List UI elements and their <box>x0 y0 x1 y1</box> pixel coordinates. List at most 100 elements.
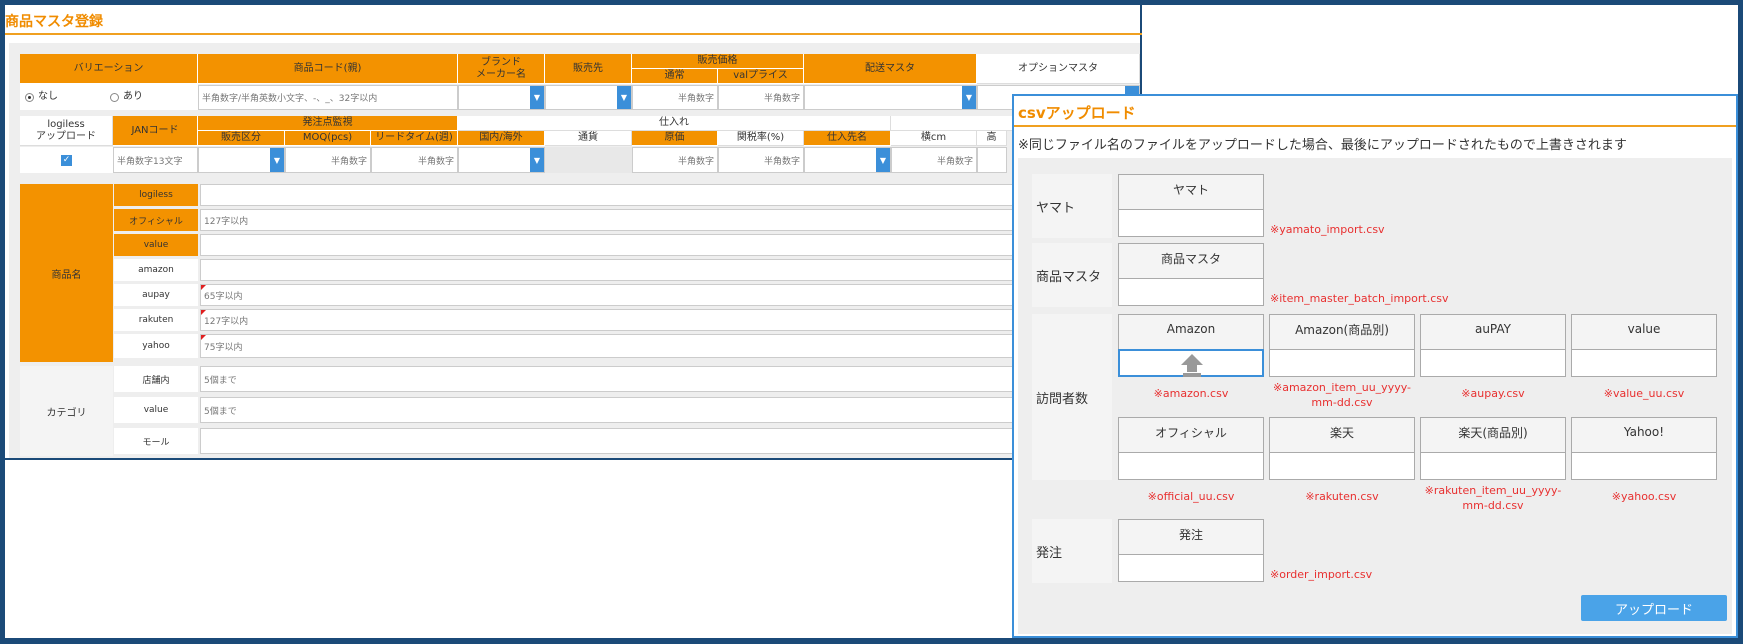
chevron-down-icon: ▼ <box>617 86 631 109</box>
file-drop-zone[interactable] <box>1118 278 1264 306</box>
jan-code-input[interactable]: 半角数字13文字 <box>113 147 198 173</box>
upload-box-title: auPAY <box>1420 314 1566 350</box>
dialog-title: csvアップロード <box>1018 104 1136 122</box>
seller-select[interactable]: ▼ <box>545 85 632 110</box>
upload-box-official: オフィシャル <box>1118 417 1264 481</box>
file-drop-zone[interactable] <box>1571 349 1717 377</box>
pn-label-amazon: amazon <box>114 259 198 281</box>
pn-placeholder-yahoo: 75字以内 <box>204 342 243 353</box>
upload-box-title: value <box>1571 314 1717 350</box>
file-drop-zone[interactable] <box>1118 349 1264 377</box>
domestic-select[interactable]: ▼ <box>458 147 545 173</box>
domestic-header: 国内/海外 <box>458 131 545 146</box>
order-monitor-header: 発注点監視 <box>198 116 458 131</box>
upload-button[interactable]: アップロード <box>1581 595 1727 621</box>
pn-input-aupay[interactable]: 65字以内 <box>200 284 1140 306</box>
dialog-body: ヤマト ヤマト ※yamato_import.csv 商品マスタ 商品マスタ ※… <box>1018 158 1732 634</box>
upload-box-title: ヤマト <box>1118 174 1264 210</box>
brand-select[interactable]: ▼ <box>458 85 545 110</box>
option-master-header: オプションマスタ <box>977 54 1140 84</box>
width-input[interactable]: 半角数字 <box>891 147 977 173</box>
file-hint-amazon-item: ※amazon_item_uu_yyyy-mm-dd.csv <box>1273 381 1411 409</box>
customs-input[interactable]: 半角数字 <box>718 147 804 173</box>
radio-none[interactable] <box>25 92 34 102</box>
pn-label-aupay: aupay <box>114 284 198 306</box>
logiless-upload-checkbox[interactable]: ✓ <box>61 154 72 166</box>
upload-box-amazon-item: Amazon(商品別) <box>1269 314 1415 378</box>
sales-class-header: 販売区分 <box>198 131 285 146</box>
category-label: カテゴリ <box>20 366 113 456</box>
cat-label-store: 店舗内 <box>114 366 198 392</box>
file-drop-zone[interactable] <box>1118 554 1264 582</box>
file-hint-rakuten: ※rakuten.csv <box>1305 490 1379 503</box>
pn-input-yahoo[interactable]: 75字以内 <box>200 334 1140 358</box>
lead-time-input[interactable]: 半角数字 <box>371 147 458 173</box>
upload-box-title: Amazon <box>1118 314 1264 350</box>
file-drop-zone[interactable] <box>1269 452 1415 480</box>
pn-label-value: value <box>114 234 198 256</box>
chevron-down-icon: ▼ <box>876 148 890 172</box>
file-hint-item-master: ※item_master_batch_import.csv <box>1270 292 1449 305</box>
required-marker <box>201 310 206 315</box>
radio-yes[interactable] <box>110 92 119 102</box>
chevron-down-icon: ▼ <box>270 148 284 172</box>
file-hint-amazon: ※amazon.csv <box>1153 387 1229 400</box>
valprice-input[interactable]: 半角数字 <box>718 85 804 110</box>
normal-price-input[interactable]: 半角数字 <box>632 85 718 110</box>
file-drop-zone[interactable] <box>1118 209 1264 237</box>
file-hint-official: ※official_uu.csv <box>1147 490 1235 503</box>
group-label-yamato: ヤマト <box>1032 174 1112 238</box>
file-drop-zone[interactable] <box>1269 349 1415 377</box>
product-code-input[interactable]: 半角数字/半角英数小文字、-、_、32字以内 <box>198 85 458 110</box>
file-hint-rakuten-item: ※rakuten_item_uu_yyyy-mm-dd.csv <box>1424 484 1562 512</box>
moq-header: MOQ(pcs) <box>285 131 371 146</box>
file-drop-zone[interactable] <box>1420 349 1566 377</box>
file-drop-zone[interactable] <box>1420 452 1566 480</box>
lead-time-header: リードタイム(週) <box>371 131 458 146</box>
file-hint-value: ※value_uu.csv <box>1603 387 1685 400</box>
upload-box-value: value <box>1571 314 1717 378</box>
normal-price-header: 通常 <box>632 69 718 84</box>
chevron-down-icon: ▼ <box>962 86 976 109</box>
pn-label-rakuten: rakuten <box>114 309 198 331</box>
seller-header: 販売先 <box>545 54 632 84</box>
page-title: 商品マスタ登録 <box>5 14 103 30</box>
cat-input-mall[interactable] <box>200 428 1140 454</box>
variation-header: バリエーション <box>20 54 198 84</box>
upload-icon <box>1181 354 1203 377</box>
file-drop-zone[interactable] <box>1571 452 1717 480</box>
shipping-master-select[interactable]: ▼ <box>804 85 977 110</box>
pn-input-logiless[interactable] <box>200 184 1140 206</box>
dialog-note: ※同じファイル名のファイルをアップロードした場合、最後にアップロードされたもので… <box>1018 138 1627 153</box>
product-code-header: 商品コード(親) <box>198 54 458 84</box>
currency-header: 通貨 <box>545 131 632 146</box>
product-master-window: 商品マスタ登録 バリエーション 商品コード(親) ブランド メーカー名 販売先 … <box>5 5 1142 460</box>
unit-price-input[interactable]: 半角数字 <box>632 147 718 173</box>
file-hint-order: ※order_import.csv <box>1270 568 1373 581</box>
pn-input-official[interactable]: 127字以内 <box>200 209 1140 231</box>
sales-class-select[interactable]: ▼ <box>198 147 285 173</box>
cat-input-value[interactable]: 5個まで <box>200 397 1140 423</box>
pn-label-official: オフィシャル <box>114 209 198 231</box>
file-hint-aupay: ※aupay.csv <box>1461 387 1525 400</box>
group-label-order: 発注 <box>1032 519 1112 583</box>
upload-box-aupay: auPAY <box>1420 314 1566 378</box>
pn-input-rakuten[interactable]: 127字以内 <box>200 309 1140 331</box>
group-label-item-master: 商品マスタ <box>1032 243 1112 307</box>
logiless-upload-cell: ✓ <box>20 147 113 173</box>
sales-price-header: 販売価格 <box>632 54 804 69</box>
required-marker <box>201 285 206 290</box>
dialog-title-divider <box>1014 125 1736 127</box>
pn-input-amazon[interactable] <box>200 259 1140 281</box>
cat-label-value: value <box>114 397 198 423</box>
radio-yes-label: あり <box>123 91 143 102</box>
title-divider <box>5 33 1142 35</box>
pn-input-value[interactable] <box>200 234 1140 256</box>
cat-input-store[interactable]: 5個まで <box>200 366 1140 392</box>
height-input[interactable] <box>977 147 1007 173</box>
supplier-select[interactable]: ▼ <box>804 147 891 173</box>
moq-input[interactable]: 半角数字 <box>285 147 371 173</box>
upload-box-amazon: Amazon <box>1118 314 1264 378</box>
upload-box-title: 商品マスタ <box>1118 243 1264 279</box>
file-drop-zone[interactable] <box>1118 452 1264 480</box>
